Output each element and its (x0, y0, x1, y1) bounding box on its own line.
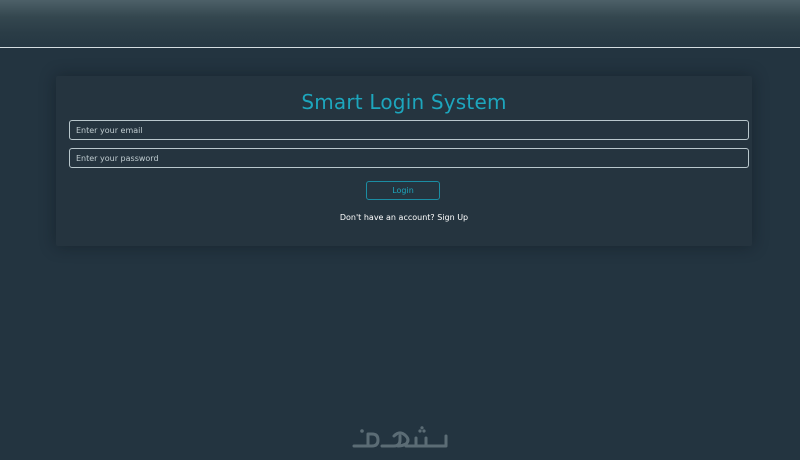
navbar-divider (0, 47, 800, 48)
login-button[interactable]: Login (366, 181, 440, 200)
email-input[interactable] (69, 120, 749, 140)
signup-link[interactable]: Sign Up (437, 213, 468, 222)
login-card: Smart Login System Login Don't have an a… (56, 76, 752, 246)
top-navbar (0, 0, 800, 48)
khamsat-logo-icon (352, 426, 448, 448)
signup-prompt: Don't have an account? Sign Up (56, 213, 752, 222)
signup-prompt-text: Don't have an account? (339, 213, 435, 222)
password-input[interactable] (69, 148, 749, 168)
page-title: Smart Login System (301, 90, 507, 114)
